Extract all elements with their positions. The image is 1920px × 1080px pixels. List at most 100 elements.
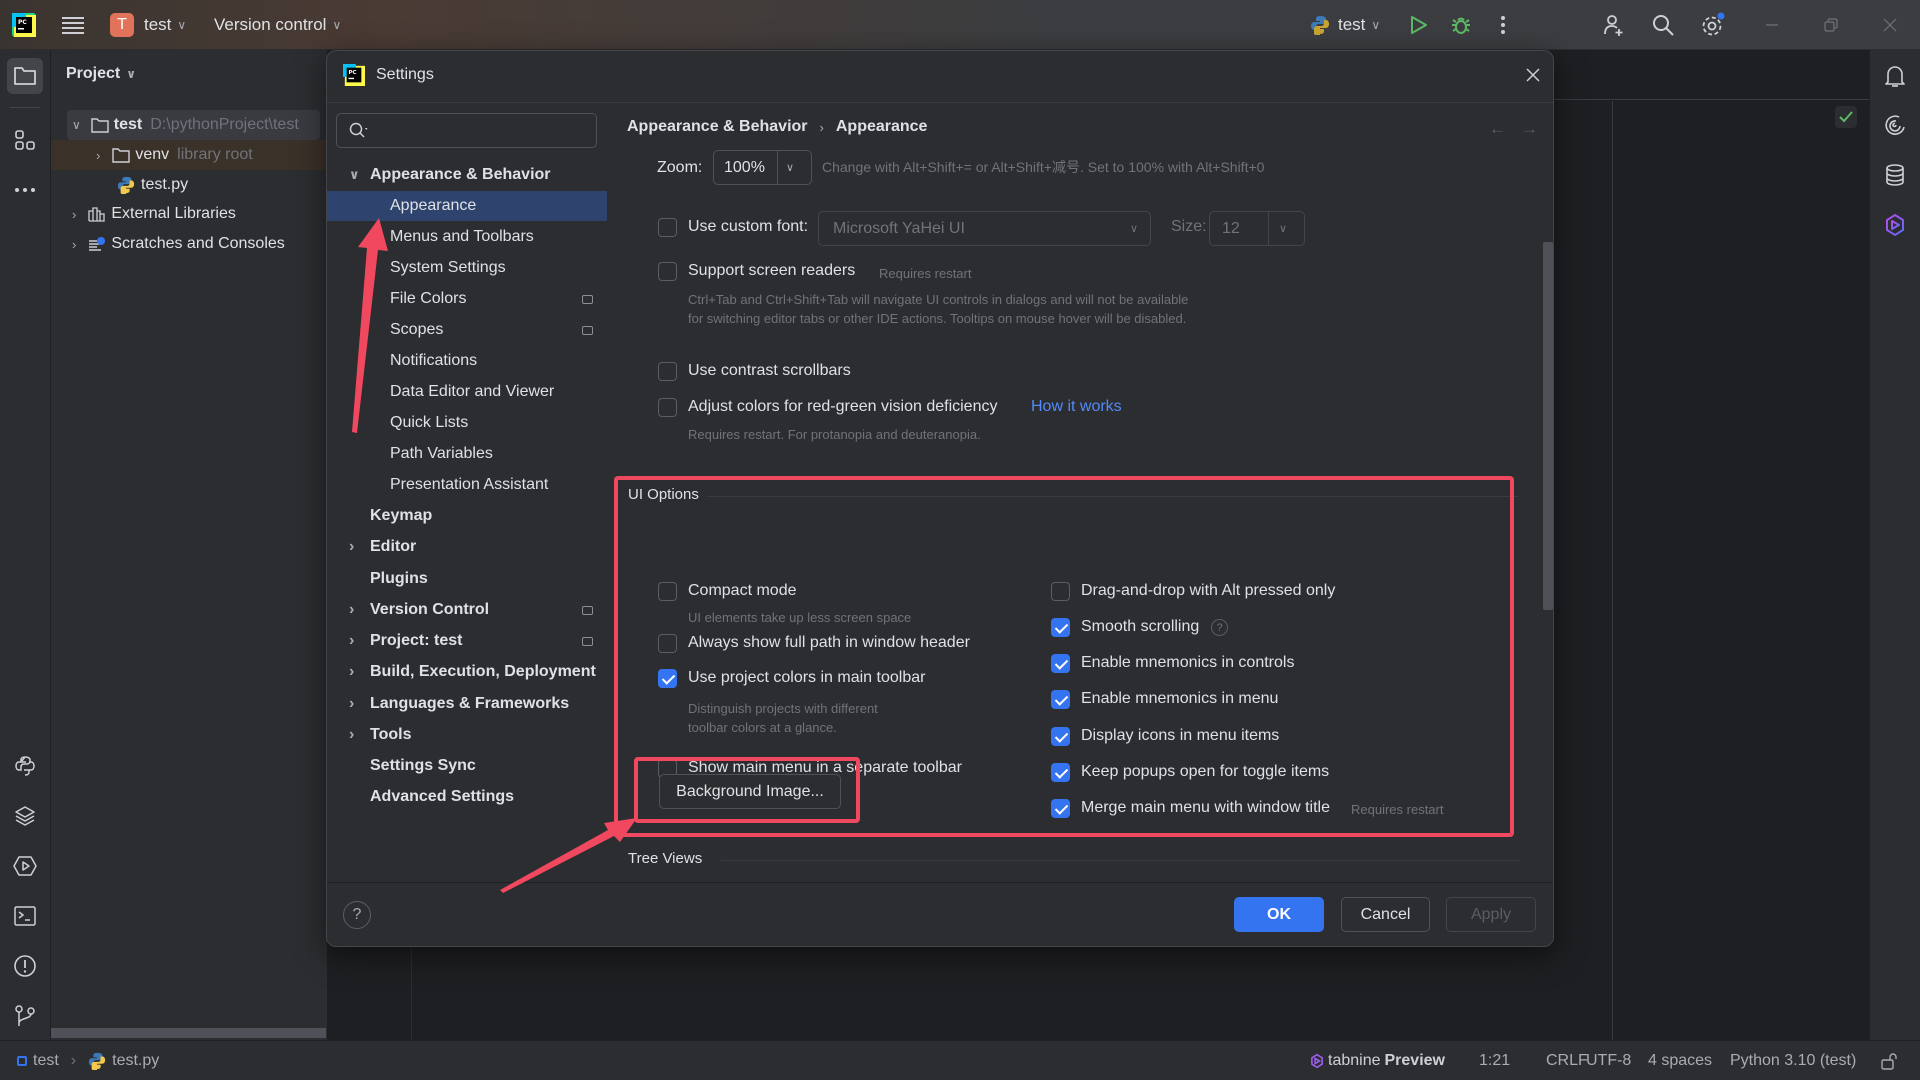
settings-search-field[interactable] [377,122,596,139]
nav-item-editor[interactable]: › Editor [327,532,607,562]
line-separator[interactable]: CRLF [1546,1052,1588,1070]
read-only-toggle[interactable] [1880,1052,1898,1070]
tree-item-root[interactable]: ∨ test D:\pythonProject\test [67,110,320,140]
project-switcher[interactable]: T test ∨ [110,0,186,50]
search-everywhere-button[interactable] [1651,0,1675,50]
indent-setting[interactable]: 4 spaces [1648,1052,1712,1070]
main-menu-button[interactable] [62,0,84,50]
project-panel-title: Project [66,65,121,82]
code-with-me-button[interactable] [1602,0,1626,50]
nav-item-advanced-settings[interactable]: Advanced Settings [327,782,607,812]
nav-item-quick-lists[interactable]: Quick Lists [327,408,607,438]
content-scrollbar[interactable] [1543,242,1553,610]
ok-button[interactable]: OK [1234,897,1324,932]
font-size-select[interactable]: 12 ∨ [1209,211,1305,246]
structure-tool-button[interactable] [7,122,43,158]
breadcrumb-parent[interactable]: Appearance & Behavior [627,118,808,136]
file-encoding[interactable]: UTF-8 [1586,1052,1631,1070]
tabnine-status[interactable]: tabnine Preview [1310,1052,1445,1070]
screen-readers-checkbox[interactable] [658,262,677,281]
nav-item-project-test[interactable]: › Project: test [327,626,607,656]
chevron-right-icon[interactable]: › [349,538,354,556]
close-icon [1883,18,1897,32]
forward-button[interactable]: → [1521,119,1538,139]
nav-item-system-settings[interactable]: System Settings [327,253,607,283]
nav-item-build-execution-deployment[interactable]: › Build, Execution, Deployment [327,657,607,687]
back-button[interactable]: ← [1489,119,1506,139]
caret-position[interactable]: 1:21 [1479,1052,1510,1070]
nav-item-path-variables[interactable]: Path Variables [327,439,607,469]
settings-button[interactable] [1700,0,1726,50]
apply-button[interactable]: Apply [1446,897,1536,932]
close-dialog-button[interactable] [1525,67,1541,83]
zoom-value: 100% [724,158,765,176]
nav-item-notifications[interactable]: Notifications [327,346,607,376]
nav-item-menus-and-toolbars[interactable]: Menus and Toolbars [327,222,607,252]
git-tool-button[interactable] [7,998,43,1034]
chevron-right-icon[interactable]: › [349,663,354,681]
navigation-breadcrumb: test › test.py [17,1052,159,1070]
nav-item-settings-sync[interactable]: Settings Sync [327,751,607,781]
contrast-scrollbars-checkbox[interactable] [658,362,677,381]
nav-item-appearance-behavior[interactable]: ∨ Appearance & Behavior [327,160,607,190]
nav-item-data-editor-and-viewer[interactable]: Data Editor and Viewer [327,377,607,407]
layers-tool-button[interactable] [7,798,43,834]
inspection-status-icon[interactable] [1835,106,1857,128]
more-horizontal-icon [15,188,35,192]
terminal-tool-button[interactable] [7,898,43,934]
chevron-down-icon[interactable]: ∨ [349,167,360,183]
nav-item-file-colors[interactable]: File Colors [327,284,607,314]
cancel-button[interactable]: Cancel [1341,897,1430,932]
custom-font-checkbox[interactable] [658,218,677,237]
run-button[interactable] [1410,0,1428,50]
ai-assistant-button[interactable] [1877,107,1913,143]
tree-item-scratches[interactable]: › Scratches and Consoles [51,229,328,259]
close-window-button[interactable] [1882,0,1898,50]
settings-search-input[interactable] [336,113,597,148]
chevron-right-icon[interactable]: › [349,632,354,650]
how-it-works-link[interactable]: How it works [1031,398,1122,416]
nav-item-languages-frameworks[interactable]: › Languages & Frameworks [327,689,607,719]
nav-item-plugins[interactable]: Plugins [327,564,607,594]
nav-item-keymap[interactable]: Keymap [327,501,607,531]
run-config-selector[interactable]: test ∨ [1310,0,1380,50]
chevron-right-icon[interactable]: › [349,695,354,713]
more-actions-button[interactable] [1500,0,1506,50]
restore-button[interactable] [1823,0,1839,50]
pycharm-logo-icon[interactable]: PC [12,0,36,50]
chevron-right-icon[interactable]: › [349,601,354,619]
nav-item-label: Scopes [390,321,444,338]
zoom-select[interactable]: 100% ∨ [713,150,812,185]
nav-item-tools[interactable]: › Tools [327,720,607,750]
chevron-right-icon[interactable]: › [349,726,354,744]
database-button[interactable] [1877,157,1913,193]
horizontal-scrollbar[interactable] [51,1028,326,1038]
nav-item-presentation-assistant[interactable]: Presentation Assistant [327,470,607,500]
python-interpreter[interactable]: Python 3.10 (test) [1730,1052,1856,1070]
tabnine-icon [1311,1053,1323,1068]
breadcrumb-project[interactable]: test [33,1052,59,1070]
tree-item-test-py[interactable]: test.py [51,170,328,200]
problems-tool-button[interactable] [7,948,43,984]
project-tool-button[interactable] [7,58,43,94]
python-packages-button[interactable] [7,748,43,784]
breadcrumb-file[interactable]: test.py [112,1052,159,1070]
tabnine-button[interactable] [1877,207,1913,243]
font-select[interactable]: Microsoft YaHei UI ∨ [818,211,1151,246]
tree-item-venv[interactable]: › venv library root [51,140,328,170]
notifications-button[interactable] [1877,58,1913,94]
minimize-button[interactable] [1764,0,1780,50]
nav-item-appearance[interactable]: Appearance [327,191,607,221]
project-view-selector[interactable]: Project ∨ [66,65,136,83]
project-panel: Project ∨ ∨ test D:\pythonProject\test ›… [51,50,328,1040]
debug-button[interactable] [1451,0,1471,50]
more-tools-button[interactable] [7,172,43,208]
nav-item-scopes[interactable]: Scopes [327,315,607,345]
nav-item-version-control[interactable]: › Version Control [327,595,607,625]
help-button[interactable]: ? [343,901,371,929]
nav-item-label: Tools [370,726,412,743]
color-deficiency-checkbox[interactable] [658,398,677,417]
services-tool-button[interactable] [7,848,43,884]
tree-item-external-libraries[interactable]: › External Libraries [51,199,328,229]
vcs-widget[interactable]: Version control ∨ [214,0,341,50]
